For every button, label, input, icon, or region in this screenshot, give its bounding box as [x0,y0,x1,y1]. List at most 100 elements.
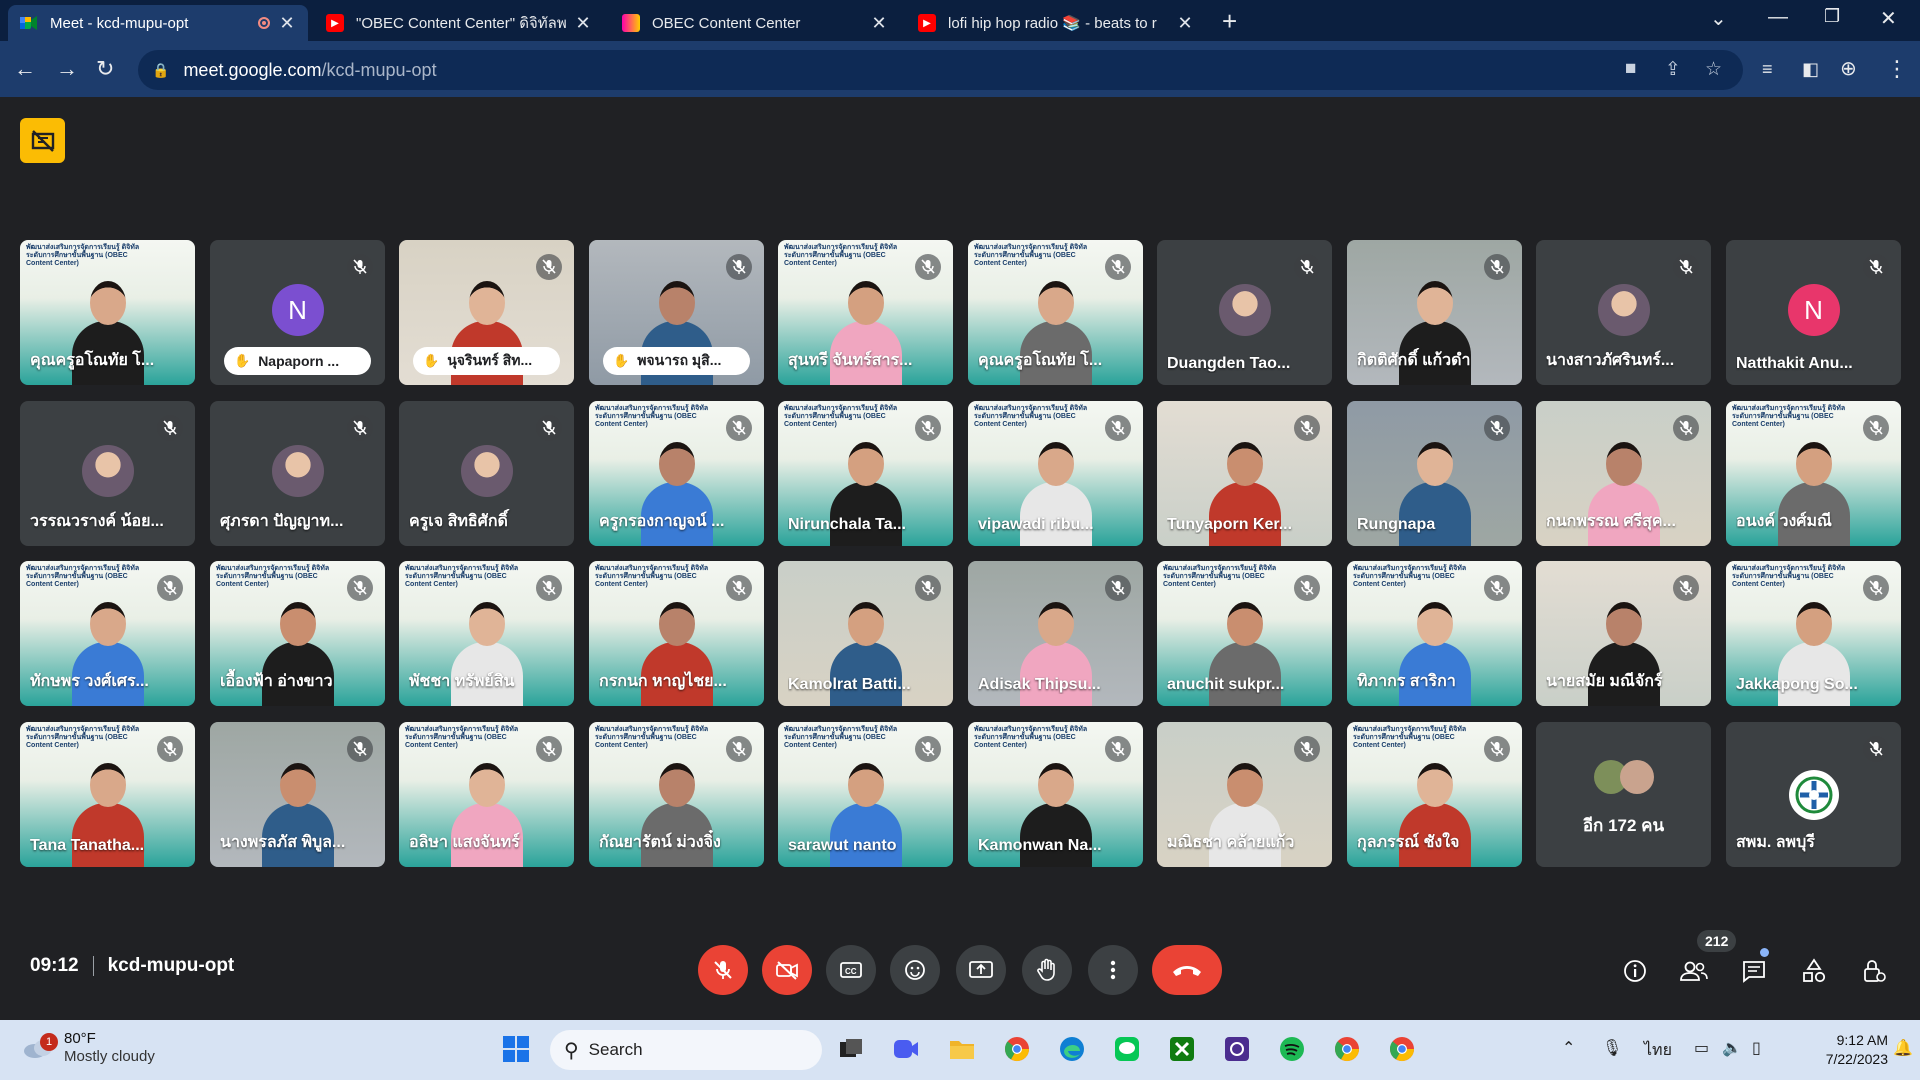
close-tab-icon[interactable]: ✕ [574,13,592,34]
task-view-icon[interactable] [835,1033,867,1065]
participant-tile[interactable]: พัฒนาส่งเสริมการจัดการเรียนรู้ ดิจิทัล ร… [778,240,953,385]
participant-tile[interactable]: พัฒนาส่งเสริมการจัดการเรียนรู้ ดิจิทัล ร… [399,561,574,706]
people-button[interactable] [1678,955,1710,987]
tab-lofi-radio[interactable]: ▶ lofi hip hop radio 📚 - beats to r ✕ [906,5,1206,41]
participant-tile[interactable]: พัฒนาส่งเสริมการจัดการเรียนรู้ ดิจิทัล ร… [1347,561,1522,706]
chrome-profile-icon[interactable] [1331,1033,1363,1065]
participant-tile[interactable]: นางสาวภัศรินทร์... [1536,240,1711,385]
captions-button[interactable]: CC [826,945,876,995]
edge-icon[interactable] [1056,1033,1088,1065]
camera-permission-icon[interactable]: ■ [1625,58,1636,80]
close-tab-icon[interactable]: ✕ [1176,13,1194,34]
participant-tile[interactable]: นายสมัย มณีจักร์ [1536,561,1711,706]
participant-tile[interactable]: พัฒนาส่งเสริมการจัดการเรียนรู้ ดิจิทัล ร… [1726,561,1901,706]
close-window-icon[interactable]: ✕ [1880,6,1897,31]
share-icon[interactable]: ⇪ [1665,58,1681,81]
chrome-active-icon[interactable] [1386,1033,1418,1065]
close-tab-icon[interactable]: ✕ [870,13,888,34]
volume-icon[interactable]: 🔈 [1722,1038,1742,1058]
more-options-button[interactable] [1088,945,1138,995]
minimize-icon[interactable]: — [1768,6,1788,29]
browser-menu-icon[interactable]: ⋮ [1886,55,1908,83]
xbox-icon[interactable] [1166,1033,1198,1065]
chrome-icon[interactable] [1001,1033,1033,1065]
chat-button[interactable] [1738,955,1770,987]
app-icon[interactable] [1221,1033,1253,1065]
participant-tile[interactable]: พัฒนาส่งเสริมการจัดการเรียนรู้ ดิจิทัล ร… [968,722,1143,867]
participant-tile[interactable]: พัฒนาส่งเสริมการจัดการเรียนรู้ ดิจิทัล ร… [589,561,764,706]
notification-bell-icon[interactable]: 🔔 [1893,1038,1913,1058]
weather-widget[interactable]: 1 80°F Mostly cloudy [22,1030,155,1066]
participant-tile[interactable]: นางพรลภัส พิบูล... [210,722,385,867]
network-icon[interactable]: ▭ [1694,1038,1709,1058]
leave-call-button[interactable] [1152,945,1222,995]
microphone-tray-icon[interactable]: 🎙 [1602,1038,1622,1058]
tab-youtube-obec[interactable]: ▶ "OBEC Content Center" ดิจิทัลพลเ ✕ [314,5,604,41]
bookmark-star-icon[interactable]: ☆ [1705,58,1722,81]
reactions-button[interactable] [890,945,940,995]
restore-icon[interactable]: ❐ [1824,6,1840,27]
participant-tile[interactable]: Duangden Tao... [1157,240,1332,385]
camera-toggle-button[interactable] [762,945,812,995]
tab-search-chevron-icon[interactable]: ⌄ [1710,6,1727,31]
participant-tile[interactable]: Kamolrat Batti... [778,561,953,706]
participant-tile[interactable]: ครูเจ สิทธิศักดิ์ [399,401,574,546]
line-app-icon[interactable] [1111,1033,1143,1065]
participant-tile[interactable]: พัฒนาส่งเสริมการจัดการเรียนรู้ ดิจิทัล ร… [778,401,953,546]
camera-off-notice-icon[interactable] [20,118,65,163]
participant-tile[interactable]: Adisak Thipsu... [968,561,1143,706]
windows-start-icon[interactable] [500,1033,532,1065]
participant-tile[interactable]: มณิธชา คล้ายแก้ว [1157,722,1332,867]
participant-tile[interactable]: วรรณวรางค์ น้อย... [20,401,195,546]
language-indicator[interactable]: ไทย [1644,1038,1672,1063]
file-explorer-icon[interactable] [946,1033,978,1065]
participant-tile[interactable]: พัฒนาส่งเสริมการจัดการเรียนรู้ ดิจิทัล ร… [20,722,195,867]
participant-tile[interactable]: พัฒนาส่งเสริมการจัดการเรียนรู้ ดิจิทัล ร… [968,401,1143,546]
participant-tile[interactable]: พัฒนาส่งเสริมการจัดการเรียนรู้ ดิจิทัล ร… [210,561,385,706]
participant-tile[interactable]: พัฒนาส่งเสริมการจัดการเรียนรู้ ดิจิทัล ร… [589,401,764,546]
host-controls-button[interactable] [1858,955,1890,987]
meeting-info-button[interactable] [1619,955,1651,987]
participant-tile[interactable]: N Natthakit Anu... [1726,240,1901,385]
back-arrow-icon[interactable]: ← [14,55,36,83]
show-hidden-icons-chevron-icon[interactable]: ⌃ [1562,1038,1575,1058]
tab-obec-content-center[interactable]: OBEC Content Center ✕ [610,5,900,41]
participant-tile[interactable]: พัฒนาส่งเสริมการจัดการเรียนรู้ ดิจิทัล ร… [1726,401,1901,546]
participant-tile[interactable]: พัฒนาส่งเสริมการจัดการเรียนรู้ ดิจิทัล ร… [399,722,574,867]
participant-tile[interactable]: ✋ นุจรินทร์ สิท... [399,240,574,385]
profile-avatar-icon[interactable]: ⊕ [1840,55,1857,83]
participant-tile[interactable]: Rungnapa [1347,401,1522,546]
activities-button[interactable] [1798,955,1830,987]
participant-tile[interactable]: อีก 172 คน [1536,722,1711,867]
close-tab-icon[interactable]: ✕ [278,13,296,34]
participant-tile[interactable]: N ✋ Napaporn ... [210,240,385,385]
participant-tile[interactable]: พัฒนาส่งเสริมการจัดการเรียนรู้ ดิจิทัล ร… [1157,561,1332,706]
address-bar[interactable]: 🔒 meet.google.com/kcd-mupu-opt ■ ⇪ ☆ [138,50,1743,90]
participant-tile[interactable]: พัฒนาส่งเสริมการจัดการเรียนรู้ ดิจิทัล ร… [20,240,195,385]
participant-tile[interactable]: กิตติศักดิ์ แก้วดำ [1347,240,1522,385]
zoom-meetings-icon[interactable] [890,1033,922,1065]
participant-tile[interactable]: สพม. ลพบุรี [1726,722,1901,867]
spotify-icon[interactable] [1276,1033,1308,1065]
present-screen-button[interactable] [956,945,1006,995]
participant-tile[interactable]: กนกพรรณ ศรีสุค... [1536,401,1711,546]
participant-tile[interactable]: พัฒนาส่งเสริมการจัดการเรียนรู้ ดิจิทัล ร… [778,722,953,867]
raise-hand-button[interactable] [1022,945,1072,995]
participant-tile[interactable]: พัฒนาส่งเสริมการจัดการเรียนรู้ ดิจิทัล ร… [589,722,764,867]
microphone-toggle-button[interactable] [698,945,748,995]
participant-tile[interactable]: พัฒนาส่งเสริมการจัดการเรียนรู้ ดิจิทัล ร… [20,561,195,706]
battery-icon[interactable]: ▯ [1752,1038,1761,1058]
forward-arrow-icon[interactable]: → [56,55,78,83]
reload-icon[interactable]: ↻ [96,55,114,83]
media-control-icon[interactable]: ≡ [1762,55,1773,83]
participant-tile[interactable]: Tunyaporn Ker... [1157,401,1332,546]
participant-tile[interactable]: ศุภรดา ปัญญาท... [210,401,385,546]
tab-meet[interactable]: Meet - kcd-mupu-opt ✕ [8,5,308,41]
participant-tile[interactable]: พัฒนาส่งเสริมการจัดการเรียนรู้ ดิจิทัล ร… [968,240,1143,385]
side-panel-icon[interactable]: ◧ [1802,55,1819,83]
participant-tile[interactable]: ✋ พจนารถ มุสิ... [589,240,764,385]
taskbar-clock[interactable]: 9:12 AM 7/22/2023 [1796,1031,1888,1069]
taskbar-search[interactable]: ⚲ Search [550,1030,822,1070]
participant-tile[interactable]: พัฒนาส่งเสริมการจัดการเรียนรู้ ดิจิทัล ร… [1347,722,1522,867]
new-tab-icon[interactable]: + [1222,6,1237,37]
